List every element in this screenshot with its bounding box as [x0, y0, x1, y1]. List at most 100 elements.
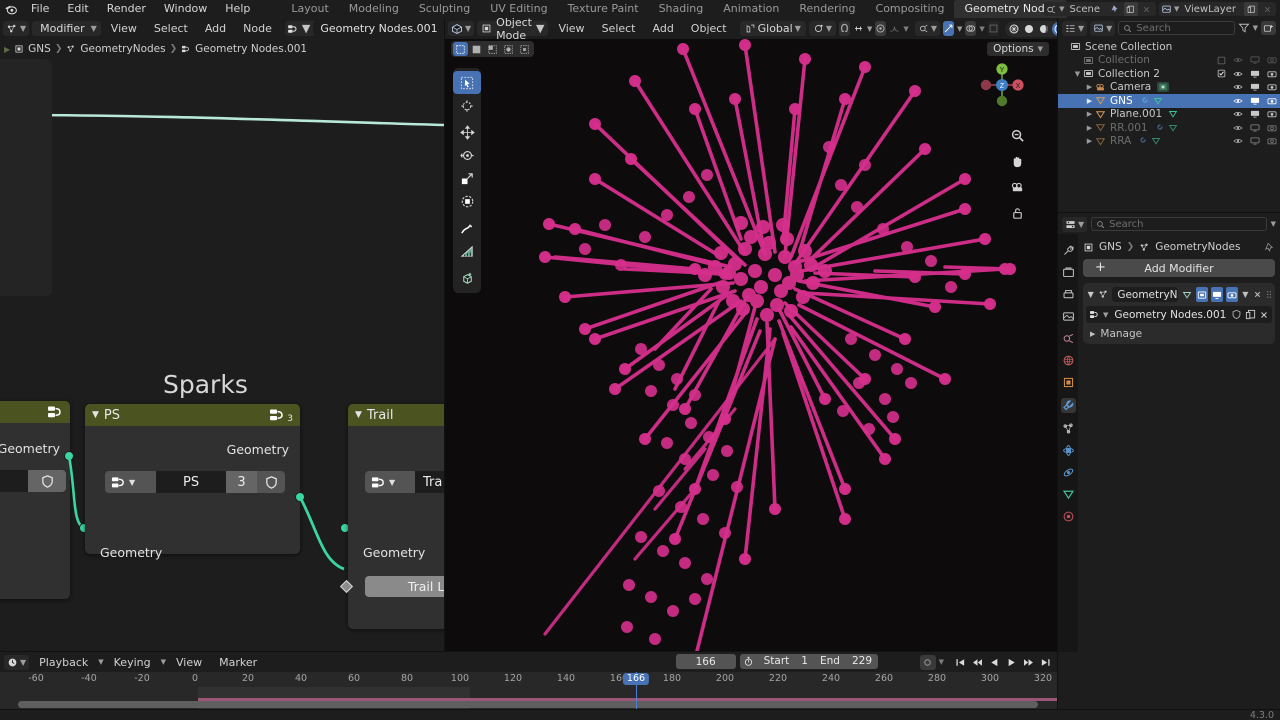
- menu-render[interactable]: Render: [98, 0, 155, 18]
- magnet-icon[interactable]: [839, 21, 851, 36]
- timeline-body[interactable]: [0, 687, 1058, 710]
- unlink-icon[interactable]: [1259, 310, 1269, 320]
- area-separator-horizontal-3[interactable]: [0, 709, 1280, 710]
- chevron-down-icon[interactable]: ▼: [161, 658, 166, 666]
- snap-increment-icon[interactable]: [853, 22, 864, 36]
- proportional-edit-icon[interactable]: [875, 21, 887, 36]
- jump-to-start-button[interactable]: [953, 655, 967, 669]
- camera-icon[interactable]: [1267, 109, 1277, 119]
- move-tool[interactable]: [453, 121, 481, 144]
- tab-rendering[interactable]: Rendering: [789, 0, 865, 18]
- properties-breadcrumb-modifier[interactable]: GeometryNodes: [1155, 241, 1240, 253]
- eye-icon[interactable]: [1233, 55, 1243, 65]
- disclosure-triangle-icon[interactable]: ▶: [1084, 137, 1095, 145]
- camera-icon[interactable]: [1267, 96, 1277, 106]
- outliner-row-collection-2[interactable]: ▼ Collection 2: [1058, 67, 1280, 81]
- annotate-tool[interactable]: [453, 217, 481, 240]
- end-frame-value[interactable]: 229: [846, 654, 878, 669]
- menu-window[interactable]: Window: [155, 0, 216, 18]
- jump-to-end-button[interactable]: [1038, 655, 1052, 669]
- node-left-output-socket[interactable]: [64, 451, 74, 461]
- viewport-display-toggle[interactable]: [1210, 287, 1223, 302]
- toggle-ortho-icon[interactable]: [1010, 206, 1025, 221]
- area-separator-horizontal-2[interactable]: [1058, 212, 1280, 213]
- editor-type-selector[interactable]: ▼: [3, 21, 30, 36]
- new-copy-icon[interactable]: [1245, 309, 1256, 320]
- physics-icon[interactable]: [1062, 444, 1075, 457]
- area-separator-vertical-1[interactable]: [444, 18, 445, 652]
- tab-animation[interactable]: Animation: [713, 0, 789, 18]
- eye-icon[interactable]: [1233, 136, 1243, 146]
- properties-editor-type-selector[interactable]: ▼: [1062, 216, 1088, 232]
- scale-tool[interactable]: [453, 167, 481, 190]
- chevron-down-icon[interactable]: ▼: [1271, 220, 1276, 228]
- disclosure-triangle-icon[interactable]: ▶: [1084, 110, 1095, 118]
- measure-tool[interactable]: [453, 240, 481, 263]
- node-left-header[interactable]: [0, 401, 70, 423]
- outliner-row-scene-collection[interactable]: Scene Collection: [1058, 40, 1280, 54]
- camera-icon[interactable]: [1267, 55, 1277, 65]
- interaction-mode-selector[interactable]: Object Mode ▼: [477, 18, 549, 42]
- unlink-scene-icon[interactable]: [1140, 2, 1154, 16]
- timeline-horizontal-scrollbar[interactable]: [18, 701, 1038, 708]
- collapse-chevron-icon[interactable]: ▼: [92, 410, 99, 420]
- eye-icon[interactable]: [1233, 96, 1243, 106]
- overlays-icon[interactable]: [965, 21, 977, 36]
- properties-search-input[interactable]: Search: [1091, 217, 1267, 231]
- breadcrumb-nodetree[interactable]: Geometry Nodes.001: [181, 43, 307, 55]
- menu-file[interactable]: File: [22, 0, 58, 18]
- collapse-chevron-icon[interactable]: ▼: [1086, 290, 1095, 299]
- realtime-display-toggle[interactable]: [1196, 287, 1208, 302]
- select-circle-icon[interactable]: [501, 42, 516, 56]
- node-left[interactable]: Geometry 100: [0, 401, 70, 599]
- outliner-row-collection[interactable]: Collection: [1058, 54, 1280, 68]
- mesh-data-icon[interactable]: [1168, 109, 1178, 119]
- tab-layout[interactable]: Layout: [281, 0, 338, 18]
- node-menu-node[interactable]: Node: [236, 21, 279, 36]
- play-reverse-button[interactable]: [987, 655, 1001, 669]
- outliner-row-rr-001[interactable]: ▶ RR.001: [1058, 121, 1280, 135]
- material-icon[interactable]: [1062, 510, 1075, 523]
- screen-icon[interactable]: [1250, 123, 1260, 133]
- outliner-search-input[interactable]: Search: [1118, 21, 1235, 35]
- outliner-row-gns[interactable]: ▶ GNS: [1058, 94, 1280, 108]
- material-preview-shading-icon[interactable]: [1037, 22, 1051, 36]
- checkbox-icon[interactable]: [1217, 69, 1226, 78]
- modifier-data-icon[interactable]: [1154, 123, 1164, 133]
- timeline-menu-playback[interactable]: Playback: [32, 655, 95, 670]
- play-button[interactable]: [1004, 655, 1018, 669]
- node-trail-header[interactable]: ▼ Trail: [348, 404, 444, 426]
- timeline-menu-view[interactable]: View: [169, 655, 209, 670]
- disclosure-triangle-icon[interactable]: ▶: [1084, 83, 1095, 91]
- nodegroup-datablock-selector[interactable]: ▼ Geometry Nodes.001: [284, 21, 444, 36]
- data-icon[interactable]: [1062, 488, 1075, 501]
- drag-handle-icon[interactable]: [1265, 290, 1272, 299]
- constraints-icon[interactable]: [1062, 466, 1075, 479]
- screen-icon[interactable]: [1250, 136, 1260, 146]
- screen-icon[interactable]: [1250, 109, 1260, 119]
- properties-breadcrumb-object[interactable]: GNS: [1099, 241, 1122, 253]
- mesh-data-icon[interactable]: [1168, 123, 1178, 133]
- screen-icon[interactable]: [1250, 96, 1260, 106]
- world-icon[interactable]: [1062, 354, 1075, 367]
- use-preview-range-icon[interactable]: [740, 654, 758, 669]
- node-menu-view[interactable]: View: [104, 21, 144, 36]
- falloff-curve-icon[interactable]: [889, 22, 900, 36]
- node-ps-nodegroup-field[interactable]: ▼ PS 3: [105, 471, 285, 493]
- menu-edit[interactable]: Edit: [58, 0, 97, 18]
- chevron-down-icon[interactable]: ▼: [98, 658, 103, 666]
- cursor-tool[interactable]: [453, 94, 481, 117]
- camera-icon[interactable]: [1267, 136, 1277, 146]
- timeline-ruler[interactable]: -60 -40 -20 0 20 40 60 80 100 120 140 16…: [0, 672, 1058, 687]
- camera-icon[interactable]: [1267, 82, 1277, 92]
- tab-modeling[interactable]: Modeling: [339, 0, 409, 18]
- outliner-display-mode-selector[interactable]: ▼: [1062, 20, 1088, 36]
- chevron-down-icon[interactable]: ▼: [1103, 311, 1108, 319]
- pivot-point-selector[interactable]: ▼: [808, 21, 837, 36]
- select-lasso-icon[interactable]: [485, 42, 500, 56]
- add-modifier-button[interactable]: + Add Modifier: [1083, 259, 1275, 277]
- tool-icon[interactable]: [1062, 244, 1075, 257]
- object-icon[interactable]: [1062, 376, 1075, 389]
- tab-sculpting[interactable]: Sculpting: [409, 0, 480, 18]
- chevron-down-icon[interactable]: ▼: [957, 25, 962, 33]
